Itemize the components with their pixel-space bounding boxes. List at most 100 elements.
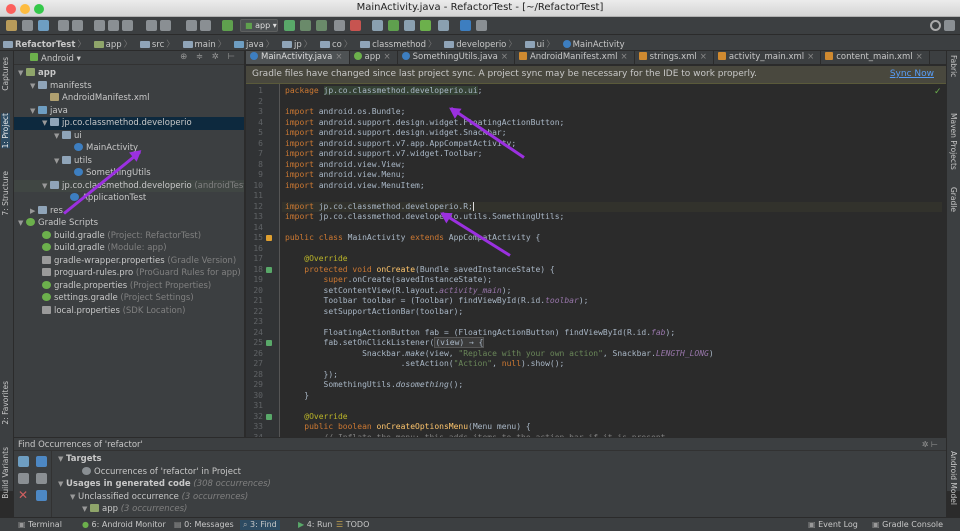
pin-icon[interactable]: [18, 473, 29, 484]
close-tab-icon[interactable]: ×: [501, 52, 508, 62]
tree-item[interactable]: build.gradle (Project: RefactorTest): [14, 230, 244, 243]
find-result-row[interactable]: Occurrences of 'refactor' in Project: [82, 466, 241, 479]
breadcrumb-item[interactable]: src 〉: [137, 35, 177, 50]
breadcrumb-item[interactable]: developerio 〉: [441, 35, 519, 50]
tree-item[interactable]: gradle-wrapper.properties (Gradle Versio…: [14, 255, 244, 268]
project-tool-tab[interactable]: 1: Project: [1, 113, 10, 149]
coverage-icon[interactable]: [316, 20, 327, 31]
close-tab-icon[interactable]: ×: [620, 52, 627, 62]
override-marker-icon[interactable]: [266, 413, 272, 420]
close-tab-icon[interactable]: ×: [700, 52, 707, 62]
rerun-icon[interactable]: [18, 456, 29, 467]
back-icon[interactable]: [186, 20, 197, 31]
search-everywhere-icon[interactable]: [930, 20, 941, 31]
preview-icon[interactable]: [36, 490, 47, 501]
tree-item[interactable]: SomethingUtils: [14, 167, 244, 180]
tab-content-main[interactable]: content_main.xml ×: [821, 51, 930, 64]
undo-icon[interactable]: [58, 20, 69, 31]
tree-item[interactable]: ▼ ui: [14, 130, 244, 143]
project-view-selector[interactable]: Android: [41, 54, 74, 64]
sdk-manager-icon[interactable]: [420, 20, 431, 31]
inspection-ok-icon[interactable]: ✓: [934, 87, 942, 97]
debug-icon[interactable]: [300, 20, 311, 31]
tree-item[interactable]: local.properties (SDK Location): [14, 305, 244, 318]
tree-item[interactable]: gradle.properties (Project Properties): [14, 280, 244, 293]
find-result-row[interactable]: ▼ app (3 occurrences): [82, 503, 187, 516]
help-icon[interactable]: [476, 20, 487, 31]
tree-item-selected[interactable]: ▼ jp.co.classmethod.developerio: [14, 117, 244, 130]
close-tab-icon[interactable]: ×: [384, 52, 391, 62]
forward-icon[interactable]: [200, 20, 211, 31]
tab-app[interactable]: app ×: [350, 51, 398, 64]
android-monitor-tool-tab[interactable]: ● 6: Android Monitor: [82, 520, 166, 529]
breadcrumb-item[interactable]: MainActivity: [560, 37, 627, 50]
breadcrumb-item[interactable]: jp 〉: [279, 35, 314, 50]
make-project-icon[interactable]: [222, 20, 233, 31]
close-tab-icon[interactable]: ×: [807, 52, 814, 62]
breadcrumb-item[interactable]: app 〉: [91, 35, 135, 50]
captures-tool-tab[interactable]: Captures: [1, 57, 10, 91]
fabric-tool-tab[interactable]: Fabric: [949, 55, 958, 77]
panel-settings-icon[interactable]: ✲ ⊢: [922, 440, 938, 449]
android-model-tool-tab[interactable]: Android Model: [949, 451, 958, 505]
expand-all-icon[interactable]: [36, 473, 47, 484]
find-tool-tab[interactable]: ⌕ 3: Find: [240, 520, 280, 530]
tree-item[interactable]: proguard-rules.pro (ProGuard Rules for a…: [14, 267, 244, 280]
maven-projects-tool-tab[interactable]: Maven Projects: [949, 113, 958, 170]
breadcrumb-item[interactable]: co 〉: [317, 35, 354, 50]
run-icon[interactable]: [284, 20, 295, 31]
avd-manager-icon[interactable]: [372, 20, 383, 31]
sync-now-link[interactable]: Sync Now: [890, 69, 934, 79]
terminal-tool-tab[interactable]: ▣ Terminal: [18, 520, 62, 529]
tab-activity-main[interactable]: activity_main.xml ×: [714, 51, 822, 64]
run-tool-tab[interactable]: ▶ 4: Run: [298, 520, 332, 529]
breadcrumb-item[interactable]: RefactorTest 〉: [0, 35, 88, 50]
sync-gradle-icon[interactable]: [388, 20, 399, 31]
tree-item[interactable]: ▼ java: [14, 105, 244, 118]
fabric-icon[interactable]: [460, 20, 471, 31]
save-all-icon[interactable]: [22, 20, 33, 31]
gradle-tool-tab[interactable]: Gradle: [949, 187, 958, 212]
tree-item[interactable]: ▼ Gradle Scripts: [14, 217, 244, 230]
tab-mainactivity[interactable]: MainActivity.java ×: [246, 51, 350, 64]
redo-icon[interactable]: [72, 20, 83, 31]
layout-icon[interactable]: [944, 20, 955, 31]
breadcrumb-item[interactable]: classmethod 〉: [357, 35, 438, 50]
build-variants-tool-tab[interactable]: Build Variants: [1, 447, 10, 499]
tree-item[interactable]: ApplicationTest: [14, 192, 244, 205]
tab-somethingutils[interactable]: SomethingUtils.java ×: [398, 51, 515, 64]
close-tab-icon[interactable]: ×: [335, 52, 342, 62]
tree-item[interactable]: AndroidManifest.xml: [14, 92, 244, 105]
tree-item[interactable]: build.gradle (Module: app): [14, 242, 244, 255]
tree-item[interactable]: ▼ manifests: [14, 80, 244, 93]
find-result-row[interactable]: ▼ Usages in generated code (308 occurrenc…: [58, 478, 271, 491]
run-config-select[interactable]: ■ app ▾: [240, 19, 278, 32]
cut-icon[interactable]: [94, 20, 105, 31]
tab-androidmanifest[interactable]: AndroidManifest.xml ×: [515, 51, 635, 64]
find-icon[interactable]: [146, 20, 157, 31]
override-marker-icon[interactable]: [266, 266, 272, 273]
sync-icon[interactable]: [38, 20, 49, 31]
breadcrumb-item[interactable]: java 〉: [231, 35, 276, 50]
gradle-console-tool-tab[interactable]: ▣ Gradle Console: [872, 520, 943, 529]
breadcrumb-item[interactable]: ui 〉: [522, 35, 557, 50]
messages-tool-tab[interactable]: ▤ 0: Messages: [174, 520, 234, 529]
event-log-tool-tab[interactable]: ▣ Event Log: [808, 520, 858, 529]
breadcrumb-item[interactable]: main 〉: [180, 35, 229, 50]
tree-item[interactable]: ▼ jp.co.classmethod.developerio (androidT…: [14, 179, 244, 192]
android-device-monitor-icon[interactable]: [404, 20, 415, 31]
stop-icon[interactable]: [350, 20, 361, 31]
tree-item[interactable]: settings.gradle (Project Settings): [14, 292, 244, 305]
open-folder-icon[interactable]: [6, 20, 17, 31]
close-icon[interactable]: ✕: [18, 489, 29, 501]
favorites-tool-tab[interactable]: 2: Favorites: [1, 381, 10, 425]
tree-item[interactable]: ▶ res: [14, 205, 244, 218]
todo-tool-tab[interactable]: ☰ TODO: [336, 520, 369, 529]
close-tab-icon[interactable]: ×: [916, 52, 923, 62]
panel-settings-icon[interactable]: ⊕ ≑ ✲ ⊢: [180, 52, 238, 62]
find-result-row[interactable]: ▼ Targets: [58, 453, 102, 466]
paste-icon[interactable]: [122, 20, 133, 31]
lambda-marker-icon[interactable]: [266, 340, 272, 346]
tab-strings[interactable]: strings.xml ×: [635, 51, 714, 64]
find-result-row[interactable]: ▼ Unclassified occurrence (3 occurrences): [70, 491, 248, 504]
